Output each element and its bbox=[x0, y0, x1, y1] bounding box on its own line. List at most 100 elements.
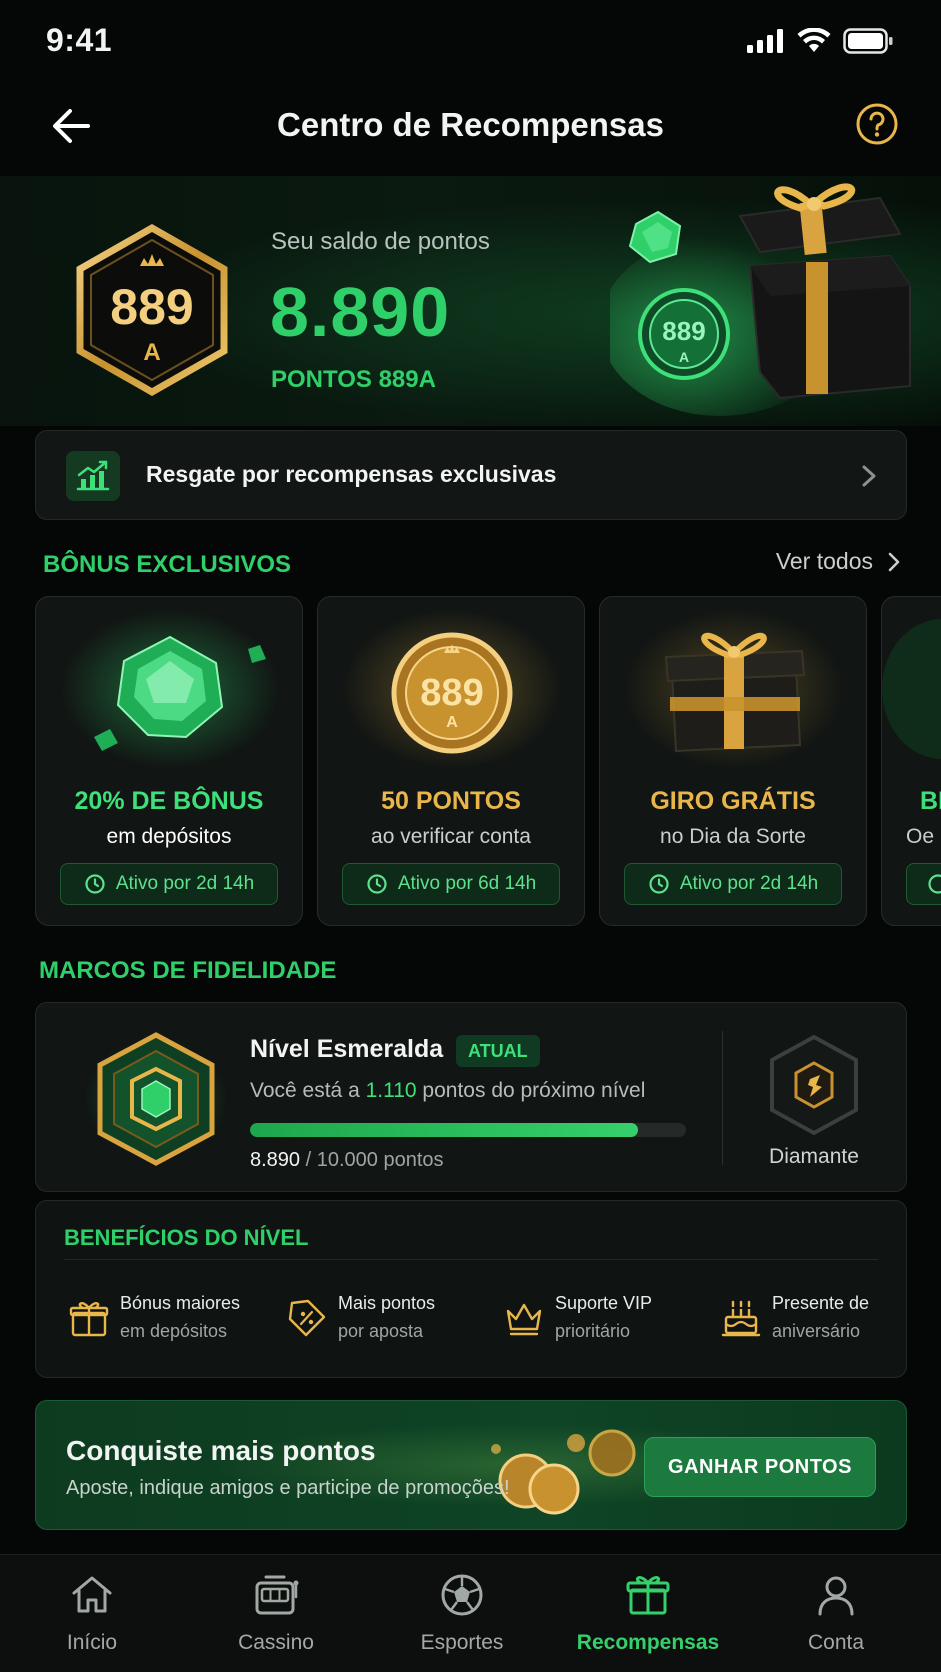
bonus-card[interactable]: 20% DE BÔNUS em depósitos Ativo por 2d 1… bbox=[35, 596, 303, 926]
diamond-level-badge-icon bbox=[770, 1034, 858, 1136]
chevron-right-icon bbox=[862, 465, 876, 487]
bonus-timer: Ativo por 6d 14h bbox=[342, 863, 560, 905]
bonus-subtitle: ao verificar conta bbox=[371, 825, 531, 848]
emerald-gem-icon bbox=[60, 609, 280, 769]
nav-item-esportes[interactable]: Esportes bbox=[372, 1555, 552, 1672]
status-time: 9:41 bbox=[46, 22, 113, 58]
next-level-text: Você está a 1.110 pontos do próximo níve… bbox=[250, 1079, 646, 1102]
slot-machine-icon bbox=[255, 1575, 299, 1615]
svg-text:889: 889 bbox=[662, 316, 705, 346]
see-all-link[interactable]: Ver todos bbox=[776, 548, 901, 575]
benefit-item: Suporte VIP prioritário bbox=[503, 1291, 713, 1351]
level-name: Nível Esmeralda bbox=[250, 1035, 444, 1063]
svg-text:A: A bbox=[446, 714, 458, 731]
nav-label: Conta bbox=[807, 1631, 865, 1654]
clock-icon bbox=[85, 874, 105, 894]
balance-value: 8.890 bbox=[270, 273, 451, 351]
cake-icon bbox=[721, 1300, 761, 1337]
redeem-exclusive-rewards-row[interactable]: Resgate por recompensas exclusivas bbox=[35, 430, 907, 520]
benefit-line2: prioritário bbox=[555, 1321, 631, 1341]
bonus-section-title: BÔNUS EXCLUSIVOS bbox=[43, 551, 292, 578]
emerald-gem-icon bbox=[882, 619, 941, 759]
bonus-timer-label: Ativo por 6d 14h bbox=[397, 873, 537, 894]
points-remaining: 1.110 bbox=[365, 1079, 417, 1102]
benefit-item: Presente de aniversário bbox=[720, 1291, 930, 1351]
clock-icon bbox=[649, 874, 669, 894]
wifi-icon bbox=[797, 28, 831, 52]
balance-label: Seu saldo de pontos bbox=[271, 228, 490, 255]
current-level-badge: ATUAL bbox=[456, 1035, 540, 1067]
889a-hex-badge-icon: 889 A bbox=[76, 224, 228, 396]
bonus-timer: Ativo por 2d 14h bbox=[60, 863, 278, 905]
gold-coins-icon bbox=[491, 1429, 636, 1515]
gift-box-icon bbox=[624, 609, 844, 769]
earn-subtitle: Aposte, indique amigos e participe de pr… bbox=[66, 1477, 510, 1499]
loyalty-section-title: MARCOS DE FIDELIDADE bbox=[39, 957, 337, 984]
bonus-title: GIRO GRÁTIS bbox=[650, 787, 816, 815]
soccer-ball-icon bbox=[441, 1574, 483, 1616]
nav-label: Esportes bbox=[420, 1631, 504, 1654]
chevron-right-icon bbox=[888, 552, 900, 571]
progress-text: 8.890 / 10.000 pontos bbox=[250, 1149, 444, 1172]
nav-item-cassino[interactable]: Cassino bbox=[186, 1555, 366, 1672]
bonus-carousel[interactable]: 20% DE BÔNUS em depósitos Ativo por 2d 1… bbox=[35, 596, 941, 926]
level-progress-bar bbox=[250, 1123, 686, 1137]
progress-current: 8.890 bbox=[250, 1149, 301, 1171]
bonus-timer-label: Ativo por 2d 14h bbox=[679, 873, 819, 894]
bonus-card[interactable]: BI Oe bbox=[881, 596, 941, 926]
status-icons bbox=[747, 28, 893, 54]
clock-icon bbox=[928, 874, 941, 894]
battery-icon bbox=[843, 28, 893, 54]
bonus-subtitle: em depósitos bbox=[106, 825, 232, 848]
benefit-line1: Suporte VIP bbox=[555, 1293, 653, 1313]
earn-points-banner: Conquiste mais pontos Aposte, indique am… bbox=[35, 1400, 907, 1530]
next-level-name: Diamante bbox=[769, 1145, 859, 1168]
percent-tag-icon bbox=[288, 1299, 326, 1337]
page-title: Centro de Recompensas bbox=[277, 106, 664, 143]
bonus-timer-label: Ativo por 2d 14h bbox=[115, 873, 255, 894]
bonus-timer: Ativo por 2d 14h bbox=[624, 863, 842, 905]
nav-label: Recompensas bbox=[576, 1631, 720, 1654]
loyalty-level-card: Nível Esmeralda ATUAL Você está a 1.110 … bbox=[35, 1002, 907, 1192]
home-icon bbox=[72, 1576, 112, 1613]
nav-label: Cassino bbox=[238, 1631, 314, 1654]
nav-item-inicio[interactable]: Início bbox=[2, 1555, 182, 1672]
nav-label: Início bbox=[66, 1631, 118, 1654]
redeem-label: Resgate por recompensas exclusivas bbox=[146, 461, 557, 487]
bonus-subtitle: no Dia da Sorte bbox=[660, 825, 806, 848]
svg-text:889: 889 bbox=[420, 672, 483, 714]
benefit-item: Bónus maiores em depósitos bbox=[68, 1291, 278, 1351]
bonus-card[interactable]: GIRO GRÁTIS no Dia da Sorte Ativo por 2d… bbox=[599, 596, 867, 926]
benefit-line1: Mais pontos bbox=[338, 1293, 436, 1313]
divider bbox=[722, 1031, 723, 1165]
earn-points-button[interactable]: GANHAR PONTOS bbox=[644, 1437, 876, 1497]
bonus-timer bbox=[906, 863, 941, 905]
bonus-title: 50 PONTOS bbox=[381, 787, 521, 815]
benefit-line2: aniversário bbox=[772, 1321, 861, 1341]
bonus-card[interactable]: 889 A 50 PONTOS ao verificar conta Ativo… bbox=[317, 596, 585, 926]
progress-goal: / 10.000 pontos bbox=[300, 1149, 444, 1171]
svg-text:A: A bbox=[679, 349, 689, 365]
question-circle-icon bbox=[856, 103, 898, 145]
status-bar: 9:41 bbox=[0, 0, 941, 80]
bonus-title: 20% DE BÔNUS bbox=[74, 787, 264, 815]
level-progress-fill bbox=[250, 1123, 638, 1137]
earn-title: Conquiste mais pontos bbox=[66, 1435, 376, 1466]
help-button[interactable] bbox=[855, 102, 899, 146]
signal-icon bbox=[747, 29, 783, 53]
balance-unit: PONTOS 889A bbox=[271, 366, 436, 393]
chart-up-icon bbox=[66, 451, 120, 501]
gift-icon bbox=[626, 1576, 670, 1615]
clock-icon bbox=[367, 874, 387, 894]
benefits-title: BENEFÍCIOS DO NÍVEL bbox=[64, 1225, 309, 1250]
nav-item-recompensas[interactable]: Recompensas bbox=[558, 1555, 738, 1672]
top-bar: Centro de Recompensas bbox=[0, 86, 941, 166]
benefit-line2: por aposta bbox=[338, 1321, 424, 1341]
nav-item-conta[interactable]: Conta bbox=[746, 1555, 926, 1672]
emerald-level-badge-icon bbox=[86, 1032, 226, 1166]
bonus-subtitle: Oe bbox=[906, 825, 935, 848]
benefit-line2: em depósitos bbox=[120, 1321, 228, 1341]
benefit-line1: Bónus maiores bbox=[120, 1293, 241, 1313]
divider bbox=[64, 1259, 878, 1260]
gift-icon bbox=[69, 1302, 109, 1337]
